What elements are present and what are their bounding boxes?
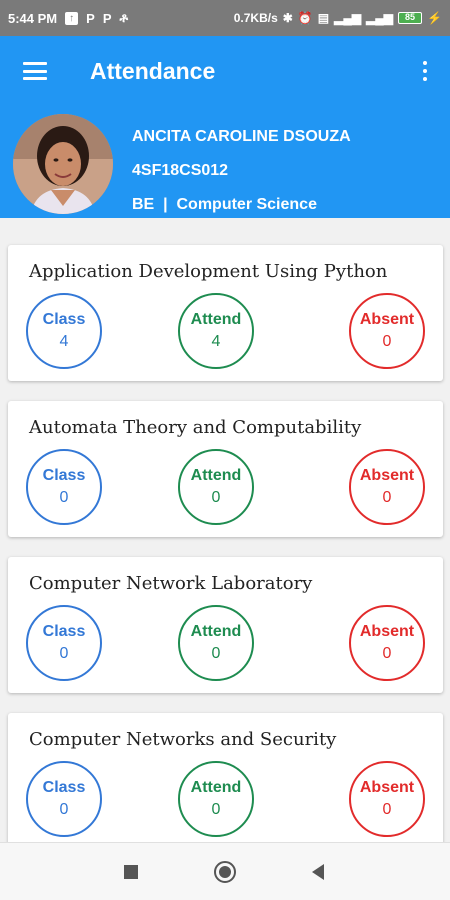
hamburger-icon — [23, 62, 47, 80]
absent-value: 0 — [382, 333, 392, 350]
avatar-photo — [13, 114, 113, 214]
class-label: Class — [42, 779, 86, 796]
class-count-badge: Class 0 — [26, 761, 102, 837]
subject-card[interactable]: Computer Network Laboratory Class 0 Atte… — [8, 557, 443, 693]
absent-label: Absent — [359, 311, 415, 328]
signal-icon: ▂▄▆ — [366, 11, 394, 25]
bluetooth-icon: ✱ — [282, 11, 293, 25]
attend-label: Attend — [190, 779, 242, 796]
class-label: Class — [42, 311, 86, 328]
absent-count-badge: Absent 0 — [349, 293, 425, 369]
absent-count-badge: Absent 0 — [349, 449, 425, 525]
attend-label: Attend — [190, 311, 242, 328]
subject-name: Application Development Using Python — [29, 261, 388, 282]
subject-name: Automata Theory and Computability — [29, 417, 362, 438]
attend-value: 0 — [211, 801, 221, 818]
student-name: ANCITA CAROLINE DSOUZA — [132, 128, 351, 145]
notification-p-icon: P — [102, 10, 112, 26]
status-bar: 5:44 PM ↑ P P ቶ 0.7KB/s ✱ ⏰ ▤ ▂▄▆ ▂▄▆ 85… — [0, 0, 450, 36]
attend-count-badge: Attend 0 — [178, 605, 254, 681]
subject-card[interactable]: Automata Theory and Computability Class … — [8, 401, 443, 537]
charging-icon: ⚡ — [427, 11, 442, 25]
class-value: 0 — [59, 645, 69, 662]
home-button[interactable] — [214, 861, 236, 883]
profile-header: ANCITA CAROLINE DSOUZA 4SF18CS012 BE | C… — [0, 106, 450, 218]
back-button[interactable] — [312, 864, 324, 880]
attend-label: Attend — [190, 467, 242, 484]
class-count-badge: Class 4 — [26, 293, 102, 369]
alarm-icon: ⏰ — [297, 11, 313, 25]
attend-value: 0 — [211, 645, 221, 662]
class-value: 0 — [59, 801, 69, 818]
absent-value: 0 — [382, 801, 392, 818]
recents-button[interactable] — [124, 865, 138, 879]
system-nav-bar — [0, 842, 450, 900]
network-speed: 0.7KB/s — [233, 11, 278, 25]
notification-icon: ቶ — [119, 10, 129, 25]
absent-count-badge: Absent 0 — [349, 605, 425, 681]
attend-count-badge: Attend 4 — [178, 293, 254, 369]
class-label: Class — [42, 623, 86, 640]
absent-value: 0 — [382, 645, 392, 662]
profile-details: ANCITA CAROLINE DSOUZA 4SF18CS012 BE | C… — [132, 128, 351, 230]
subject-name: Computer Network Laboratory — [29, 573, 313, 594]
menu-button[interactable] — [0, 36, 70, 106]
class-count-badge: Class 0 — [26, 449, 102, 525]
signal-icon: ▂▄▆ — [334, 11, 362, 25]
more-vert-icon — [423, 61, 427, 65]
subject-list[interactable]: Application Development Using Python Cla… — [0, 218, 450, 842]
page-title: Attendance — [90, 57, 216, 84]
absent-label: Absent — [359, 623, 415, 640]
subject-name: Computer Networks and Security — [29, 729, 337, 750]
attend-value: 0 — [211, 489, 221, 506]
class-value: 0 — [59, 489, 69, 506]
attend-count-badge: Attend 0 — [178, 449, 254, 525]
class-count-badge: Class 0 — [26, 605, 102, 681]
subject-card[interactable]: Application Development Using Python Cla… — [8, 245, 443, 381]
avatar — [13, 114, 113, 214]
app-bar: Attendance — [0, 36, 450, 106]
battery-icon: 85 — [398, 12, 423, 24]
attend-label: Attend — [190, 623, 242, 640]
subject-card[interactable]: Computer Networks and Security Class 0 A… — [8, 713, 443, 842]
notification-p-icon: P — [86, 10, 95, 26]
class-value: 4 — [59, 333, 69, 350]
status-time: 5:44 PM — [8, 10, 58, 26]
upload-icon: ↑ — [65, 11, 79, 25]
absent-label: Absent — [359, 467, 415, 484]
absent-value: 0 — [382, 489, 392, 506]
attend-count-badge: Attend 0 — [178, 761, 254, 837]
attend-value: 4 — [211, 333, 221, 350]
absent-label: Absent — [359, 779, 415, 796]
class-label: Class — [42, 467, 86, 484]
absent-count-badge: Absent 0 — [349, 761, 425, 837]
overflow-menu-button[interactable] — [400, 36, 450, 106]
student-usn: 4SF18CS012 — [132, 162, 229, 179]
sim-icon: ▤ — [317, 11, 330, 25]
